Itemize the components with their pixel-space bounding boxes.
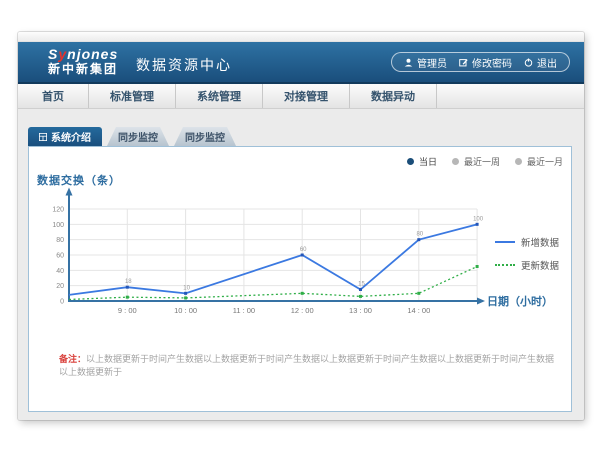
- power-icon: [524, 58, 533, 67]
- tab-label: 同步监控: [185, 129, 225, 144]
- svg-text:100: 100: [52, 222, 64, 229]
- chart-legend: 新增数据 更新数据: [495, 235, 559, 272]
- legend-item-new-data: 新增数据: [495, 235, 559, 249]
- tab-system-intro[interactable]: 系统介绍: [28, 127, 102, 146]
- tab-sync-monitor-2[interactable]: 同步监控: [174, 127, 236, 146]
- footnote-prefix: 备注：: [59, 354, 86, 364]
- svg-text:100: 100: [473, 216, 484, 222]
- content-area: 系统介绍 同步监控 同步监控 当日 最近一周: [18, 109, 584, 420]
- change-password-label: 修改密码: [472, 55, 512, 70]
- nav-item-standard-mgmt[interactable]: 标准管理: [89, 84, 176, 108]
- radio-dot: [407, 158, 414, 165]
- tab-label: 系统介绍: [51, 129, 91, 144]
- svg-text:12 : 00: 12 : 00: [291, 306, 314, 315]
- svg-text:14 : 00: 14 : 00: [407, 306, 430, 315]
- change-password-button[interactable]: 修改密码: [459, 55, 512, 70]
- svg-text:120: 120: [52, 207, 64, 214]
- user-menu: 管理员 修改密码 退出: [391, 52, 570, 72]
- legend-label: 更新数据: [521, 258, 559, 272]
- svg-text:10: 10: [183, 285, 190, 291]
- nav-item-system-mgmt[interactable]: 系统管理: [176, 84, 263, 108]
- nav-item-data-change[interactable]: 数据异动: [350, 84, 437, 108]
- svg-text:13 : 00: 13 : 00: [349, 306, 372, 315]
- user-icon: [404, 58, 413, 67]
- svg-text:11 : 00: 11 : 00: [233, 306, 255, 315]
- svg-text:80: 80: [416, 232, 423, 238]
- app-header: Synjones 新中新集团 数据资源中心 管理员 修改密码 退出: [18, 42, 584, 84]
- nav-item-interface-mgmt[interactable]: 对接管理: [263, 84, 350, 108]
- svg-text:10 : 00: 10 : 00: [174, 306, 197, 315]
- svg-text:15: 15: [358, 282, 365, 288]
- logo-accent: y: [58, 46, 67, 62]
- svg-text:60: 60: [56, 253, 64, 260]
- radio-last-week[interactable]: 最近一周: [452, 155, 500, 168]
- svg-text:18: 18: [125, 279, 132, 285]
- tab-bar: 系统介绍 同步监控 同步监控: [28, 127, 236, 146]
- svg-text:20: 20: [56, 283, 64, 290]
- line-chart: 0 20 40 60 80 100 120 9 : 00 10 : 00 11 : 00 12 : …: [31, 186, 501, 321]
- logo-text-cn: 新中新集团: [48, 62, 118, 76]
- legend-item-update-data: 更新数据: [495, 258, 559, 272]
- svg-text:60: 60: [300, 247, 307, 253]
- logout-label: 退出: [537, 55, 557, 70]
- period-selector: 当日 最近一周 最近一月: [407, 155, 563, 168]
- main-nav: 首页 标准管理 系统管理 对接管理 数据异动: [18, 84, 584, 109]
- legend-label: 新增数据: [521, 235, 559, 249]
- current-user-label: 管理员: [417, 55, 447, 70]
- logo-text-en: Synjones: [48, 47, 118, 62]
- radio-dot: [452, 158, 459, 165]
- chart-panel: 当日 最近一周 最近一月 数据交换（条） 0204060801001209 : …: [28, 146, 572, 412]
- edit-icon: [459, 58, 468, 67]
- page-title: 数据资源中心: [136, 55, 232, 75]
- app-window: Synjones 新中新集团 数据资源中心 管理员 修改密码 退出: [18, 32, 584, 420]
- svg-text:40: 40: [56, 268, 64, 275]
- radio-label: 当日: [419, 155, 437, 168]
- dotted-swatch-icon: [495, 264, 515, 266]
- company-logo: Synjones 新中新集团: [48, 47, 118, 76]
- svg-text:9 : 00: 9 : 00: [118, 306, 137, 315]
- nav-item-home[interactable]: 首页: [18, 84, 89, 108]
- x-axis-title: 日期（小时）: [487, 293, 553, 309]
- window-top-strip: [18, 32, 584, 42]
- tab-label: 同步监控: [118, 129, 158, 144]
- y-axis-arrow-icon: [66, 188, 73, 196]
- series-new-data: 18 10 60 15 80 100: [69, 216, 484, 295]
- grid-icon: [39, 133, 47, 141]
- tab-sync-monitor-1[interactable]: 同步监控: [107, 127, 169, 146]
- line-swatch-icon: [495, 241, 515, 243]
- radio-label: 最近一周: [464, 155, 500, 168]
- radio-today[interactable]: 当日: [407, 155, 437, 168]
- radio-label: 最近一月: [527, 155, 563, 168]
- current-user-button[interactable]: 管理员: [404, 55, 447, 70]
- svg-text:0: 0: [60, 299, 64, 306]
- logout-button[interactable]: 退出: [524, 55, 557, 70]
- x-axis-arrow-icon: [477, 298, 485, 305]
- radio-dot: [515, 158, 522, 165]
- footnote-body: 以上数据更新于时间产生数据以上数据更新于时间产生数据以上数据更新于时间产生数据以…: [59, 354, 554, 377]
- footnote: 备注：以上数据更新于时间产生数据以上数据更新于时间产生数据以上数据更新于时间产生…: [59, 353, 559, 379]
- svg-text:80: 80: [56, 237, 64, 244]
- tick-labels: 0 20 40 60 80 100 120 9 : 00 10 : 00 11 : 00 12 : …: [52, 207, 430, 316]
- radio-last-month[interactable]: 最近一月: [515, 155, 563, 168]
